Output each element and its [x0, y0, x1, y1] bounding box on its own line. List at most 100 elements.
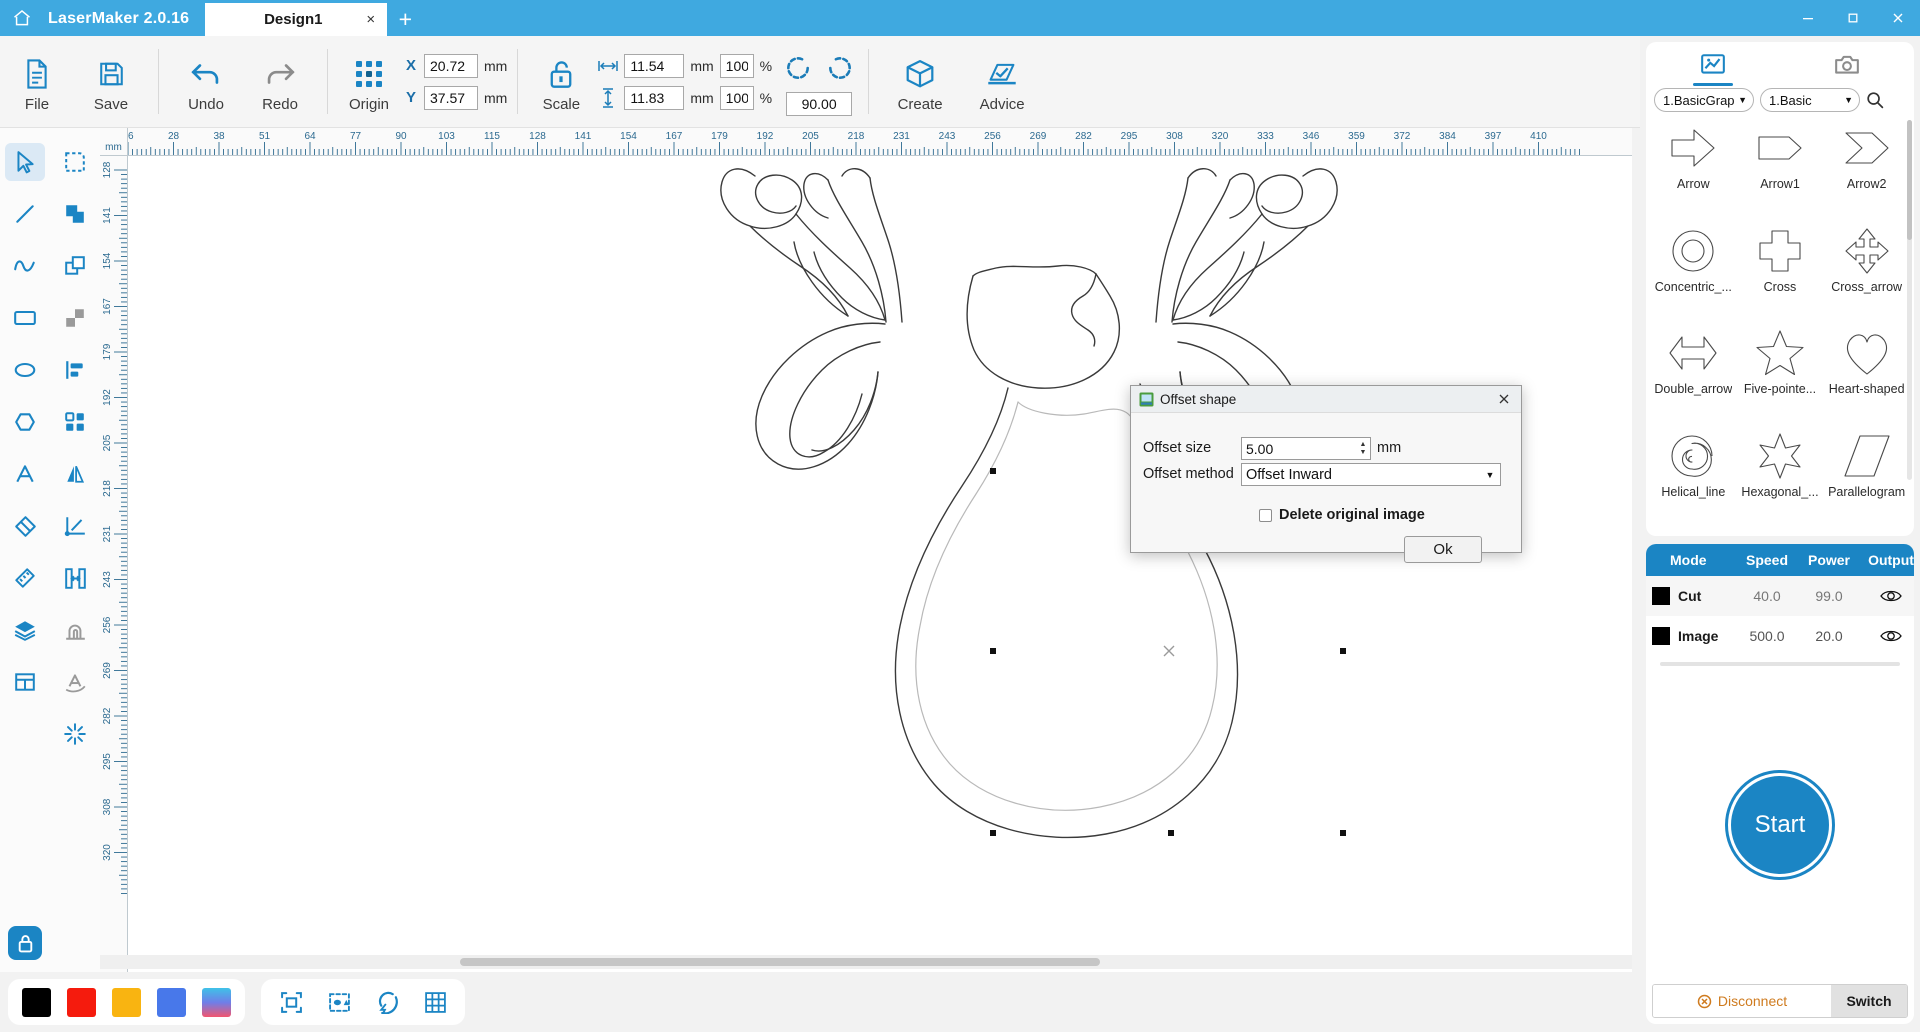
ruler-tool[interactable] — [0, 552, 50, 604]
grid-toggle-icon[interactable] — [419, 986, 451, 1018]
minimize-icon[interactable] — [1785, 0, 1830, 36]
shape-item[interactable]: Double_arrow — [1650, 325, 1737, 426]
shape-item[interactable]: Heart-shaped — [1823, 325, 1910, 426]
eye-icon[interactable] — [1860, 628, 1914, 644]
scrollbar-thumb[interactable] — [460, 958, 1100, 966]
height-percent-input[interactable] — [719, 85, 754, 110]
scale-lock-button[interactable]: Scale — [528, 36, 594, 127]
mirror-tool[interactable] — [50, 448, 100, 500]
rotate-angle-input[interactable] — [786, 91, 853, 116]
horizontal-ruler[interactable]: 16 28 38 51 64 77 90 103 115 128 141 154 167 179 192 20… — [100, 128, 1632, 156]
intersect-tool[interactable] — [50, 292, 100, 344]
eraser-tool[interactable] — [0, 500, 50, 552]
origin-button[interactable]: Origin — [338, 36, 400, 127]
shape-item[interactable]: Concentric_... — [1650, 223, 1737, 324]
checkbox-box[interactable] — [1259, 508, 1272, 522]
y-input[interactable] — [424, 85, 478, 110]
dialog-close-icon[interactable] — [1491, 388, 1517, 410]
color-swatch-gradient[interactable] — [202, 987, 231, 1017]
measure-angle-tool[interactable] — [50, 500, 100, 552]
redo-button[interactable]: Redo — [243, 36, 317, 127]
select-tool[interactable] — [0, 136, 50, 188]
delete-original-checkbox[interactable]: Delete original image — [1259, 507, 1425, 523]
offset-method-select[interactable]: Offset Inward ▼ — [1241, 463, 1501, 486]
x-input[interactable] — [424, 53, 478, 78]
spinner-down-icon[interactable]: ▼ — [1360, 449, 1367, 456]
eye-icon[interactable] — [1860, 588, 1914, 604]
layer-color-swatch[interactable] — [1652, 627, 1670, 645]
layer-row[interactable]: Cut 40.0 99.0 — [1646, 576, 1914, 616]
document-tab[interactable]: Design1 × — [205, 3, 388, 36]
shape-item[interactable]: Cross_arrow — [1823, 223, 1910, 324]
shape-item[interactable]: Arrow2 — [1823, 120, 1910, 221]
library-tab[interactable] — [1646, 42, 1780, 88]
rotate-right-icon[interactable] — [826, 54, 854, 87]
ok-button[interactable]: Ok — [1404, 536, 1482, 563]
create-button[interactable]: Create — [879, 36, 961, 127]
file-button[interactable]: File — [0, 36, 74, 127]
new-tab-button[interactable]: + — [387, 3, 423, 36]
width-input[interactable] — [624, 53, 685, 78]
select-all-objects-icon[interactable] — [323, 986, 355, 1018]
horizontal-scrollbar[interactable] — [100, 955, 1632, 969]
camera-tab[interactable] — [1780, 42, 1914, 88]
shape-item[interactable]: Five-pointe... — [1737, 325, 1824, 426]
bend-tool[interactable] — [50, 604, 100, 656]
fit-tool[interactable] — [50, 552, 100, 604]
layers-tool[interactable] — [0, 604, 50, 656]
rectangle-tool[interactable] — [0, 292, 50, 344]
maximize-icon[interactable] — [1830, 0, 1875, 36]
layer-row[interactable]: Image 500.0 20.0 — [1646, 616, 1914, 656]
drawing-canvas[interactable] — [128, 156, 1632, 972]
shape-item[interactable]: Arrow — [1650, 120, 1737, 221]
text-path-tool[interactable] — [50, 656, 100, 708]
save-button[interactable]: Save — [74, 36, 148, 127]
vertical-ruler[interactable]: 128 141 154 167 179 192 205 218 231 243 256 269 282 2… — [100, 156, 128, 972]
curve-tool[interactable] — [0, 240, 50, 292]
spinner-up-icon[interactable]: ▲ — [1360, 441, 1367, 448]
lock-icon[interactable] — [8, 926, 42, 960]
layer-power-value[interactable]: 20.0 — [1798, 628, 1860, 644]
color-swatch-blue[interactable] — [157, 987, 186, 1017]
layer-power-value[interactable]: 99.0 — [1798, 588, 1860, 604]
shape-category-select[interactable]: 1.BasicGrap ▼ — [1654, 88, 1754, 112]
width-percent-input[interactable] — [719, 53, 754, 78]
spinner-buttons[interactable]: ▲ ▼ — [1356, 441, 1370, 456]
layer-speed-value[interactable]: 40.0 — [1736, 588, 1798, 604]
shape-item[interactable]: Hexagonal_... — [1737, 428, 1824, 529]
magnet-snap-icon[interactable] — [371, 986, 403, 1018]
offset-size-input[interactable]: 5.00 ▲ ▼ — [1241, 437, 1371, 460]
subtract-tool[interactable] — [50, 240, 100, 292]
layer-color-swatch[interactable] — [1652, 587, 1670, 605]
height-input[interactable] — [624, 85, 685, 110]
shape-item[interactable]: Cross — [1737, 223, 1824, 324]
line-tool[interactable] — [0, 188, 50, 240]
switch-button[interactable]: Switch — [1831, 985, 1907, 1017]
home-icon[interactable] — [0, 0, 44, 36]
table-tool[interactable] — [0, 656, 50, 708]
array-tool[interactable] — [50, 396, 100, 448]
shape-item[interactable]: Helical_line — [1650, 428, 1737, 529]
undo-button[interactable]: Undo — [169, 36, 243, 127]
advice-button[interactable]: Advice — [961, 36, 1043, 127]
text-tool[interactable] — [0, 448, 50, 500]
union-tool[interactable] — [50, 188, 100, 240]
polygon-tool[interactable] — [0, 396, 50, 448]
fit-to-selection-icon[interactable] — [275, 986, 307, 1018]
shape-item[interactable]: Arrow1 — [1737, 120, 1824, 221]
tab-close-icon[interactable]: × — [362, 11, 379, 28]
layer-speed-value[interactable]: 500.0 — [1736, 628, 1798, 644]
disconnect-button[interactable]: Disconnect — [1653, 985, 1831, 1017]
search-icon[interactable] — [1866, 91, 1884, 109]
color-swatch-black[interactable] — [22, 987, 51, 1017]
library-scrollbar[interactable] — [1907, 120, 1912, 480]
shape-item[interactable]: Parallelogram — [1823, 428, 1910, 529]
rotate-left-icon[interactable] — [784, 54, 812, 87]
shape-subcategory-select[interactable]: 1.Basic ▼ — [1760, 88, 1860, 112]
start-button[interactable]: Start — [1728, 773, 1832, 877]
effects-tool[interactable] — [50, 708, 100, 760]
color-swatch-orange[interactable] — [112, 987, 141, 1017]
align-tool[interactable] — [50, 344, 100, 396]
close-icon[interactable] — [1875, 0, 1920, 36]
scrollbar-thumb[interactable] — [1907, 120, 1912, 240]
